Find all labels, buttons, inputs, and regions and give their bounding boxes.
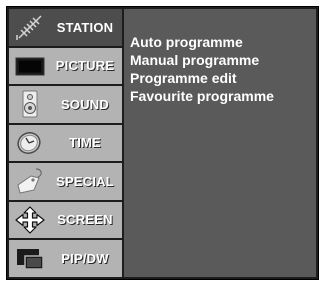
submenu-panel: Auto programme Manual programme Programm… xyxy=(124,9,316,277)
menu-item-label: SPECIAL xyxy=(56,173,114,189)
move-arrows-icon xyxy=(13,206,47,234)
speaker-icon xyxy=(13,90,47,118)
tv-screen-icon xyxy=(13,52,47,80)
menu-item-label: STATION xyxy=(56,19,114,35)
menu-item-pip-dw[interactable]: PIP/DW xyxy=(9,240,122,277)
menu-item-sound[interactable]: SOUND xyxy=(9,86,122,123)
pip-icon xyxy=(13,244,47,272)
menu-item-label: SCREEN xyxy=(57,212,113,228)
menu-item-label: PIP/DW xyxy=(61,250,109,266)
clock-icon xyxy=(13,129,47,157)
station-submenu: Auto programme Manual programme Programm… xyxy=(130,33,274,105)
menu-item-label: TIME xyxy=(69,135,101,151)
submenu-item-auto-programme[interactable]: Auto programme xyxy=(130,33,274,51)
menu-item-picture[interactable]: PICTURE xyxy=(9,47,122,84)
menu-item-special[interactable]: SPECIAL xyxy=(9,163,122,200)
menu-item-station[interactable]: STATION xyxy=(9,9,122,46)
menu-item-label: PICTURE xyxy=(55,58,115,74)
submenu-item-manual-programme[interactable]: Manual programme xyxy=(130,51,274,69)
antenna-icon xyxy=(13,13,47,41)
osd-menu: STATION PICTURE SOUND TIME SPECIAL SCREE… xyxy=(6,6,319,280)
menu-item-time[interactable]: TIME xyxy=(9,124,122,161)
main-menu: STATION PICTURE SOUND TIME SPECIAL SCREE… xyxy=(9,9,122,277)
menu-item-screen[interactable]: SCREEN xyxy=(9,201,122,238)
menu-item-label: SOUND xyxy=(61,96,109,112)
tag-icon xyxy=(13,167,47,195)
submenu-item-favourite-programme[interactable]: Favourite programme xyxy=(130,87,274,105)
submenu-item-programme-edit[interactable]: Programme edit xyxy=(130,69,274,87)
